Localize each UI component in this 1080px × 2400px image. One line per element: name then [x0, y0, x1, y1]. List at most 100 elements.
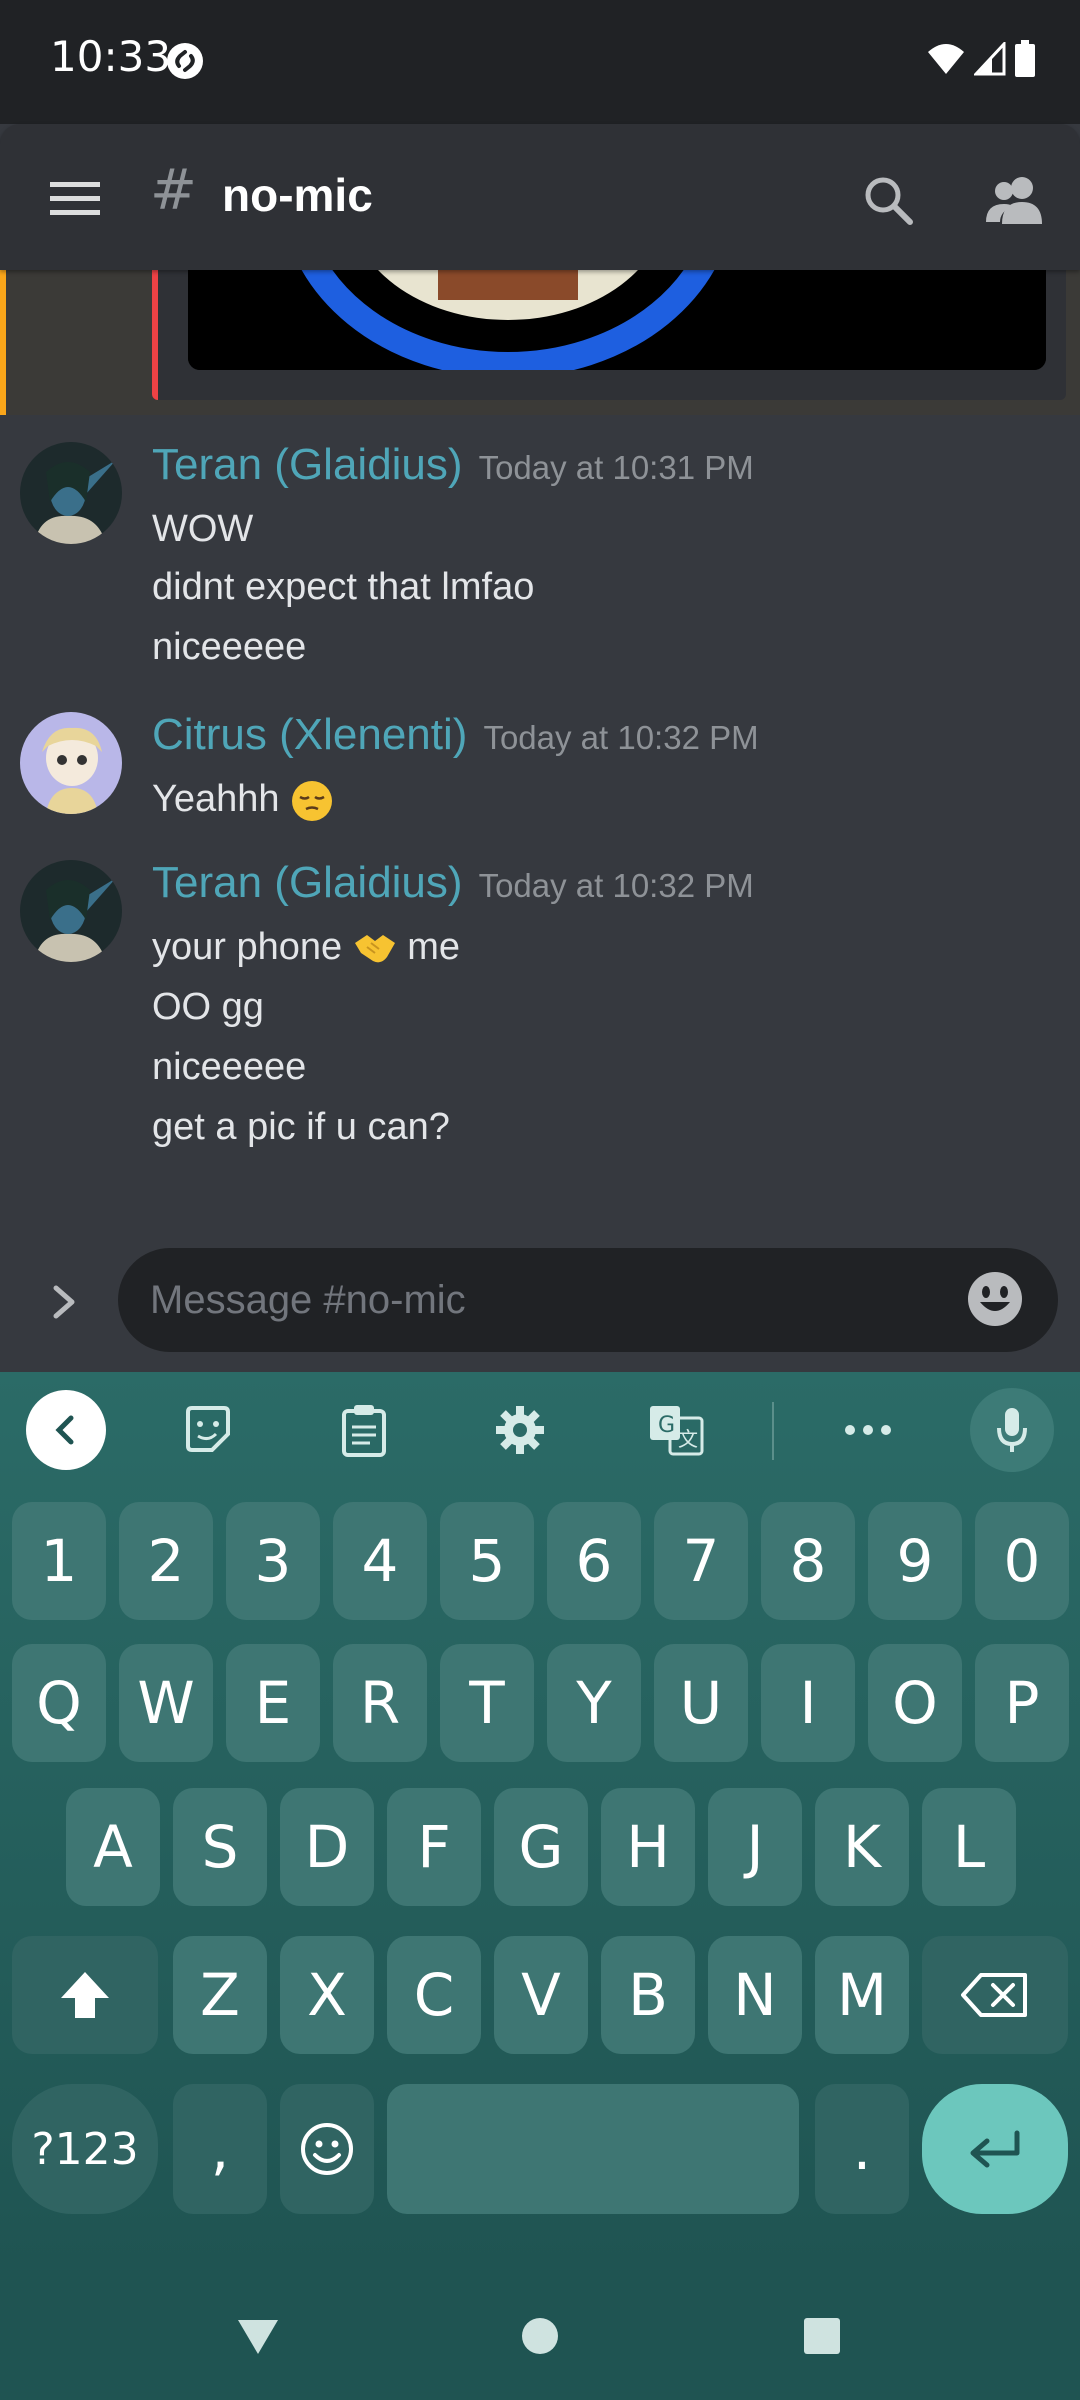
translate-button[interactable]: G文	[640, 1394, 712, 1466]
back-nav-icon[interactable]	[234, 2312, 282, 2360]
key-e[interactable]: E	[226, 1644, 320, 1762]
message-timestamp: Today at 10:32 PM	[483, 719, 759, 756]
emoji-key[interactable]	[280, 2084, 374, 2214]
message-author[interactable]: Citrus (Xlenenti) Today at 10:32 PM	[152, 710, 759, 760]
key-4[interactable]: 4	[333, 1502, 427, 1620]
message-text: Yeahhh	[152, 778, 334, 823]
author-name[interactable]: Teran (Glaidius)	[152, 440, 463, 489]
signal-icon	[974, 42, 1006, 76]
backspace-icon	[961, 1973, 1027, 2017]
smiley-icon	[301, 2123, 353, 2175]
clipboard-button[interactable]	[328, 1394, 400, 1466]
svg-text:文: 文	[678, 1427, 698, 1451]
emoji-picker-icon[interactable]	[966, 1270, 1024, 1328]
key-8[interactable]: 8	[761, 1502, 855, 1620]
shazam-icon	[167, 43, 203, 79]
toolbar-back-button[interactable]	[26, 1390, 106, 1470]
key-k[interactable]: K	[815, 1788, 909, 1906]
key-j[interactable]: J	[708, 1788, 802, 1906]
key-y[interactable]: Y	[547, 1644, 641, 1762]
key-1[interactable]: 1	[12, 1502, 106, 1620]
backspace-key[interactable]	[922, 1936, 1068, 2054]
members-icon[interactable]	[984, 174, 1046, 226]
message-list[interactable]: Teran (Glaidius) Today at 10:31 PM WOW di…	[0, 270, 1080, 1254]
key-g[interactable]: G	[494, 1788, 588, 1906]
settings-button[interactable]	[484, 1394, 556, 1466]
key-s[interactable]: S	[173, 1788, 267, 1906]
sticker-button[interactable]	[172, 1394, 244, 1466]
key-5[interactable]: 5	[440, 1502, 534, 1620]
key-b[interactable]: B	[601, 1936, 695, 2054]
system-nav-bar	[0, 2272, 1080, 2400]
key-0[interactable]: 0	[975, 1502, 1069, 1620]
battery-icon	[1015, 40, 1035, 77]
message-text: didnt expect that lmfao	[152, 566, 535, 608]
period-key[interactable]: .	[815, 2084, 909, 2214]
key-f[interactable]: F	[387, 1788, 481, 1906]
chevron-right-icon[interactable]	[50, 1282, 80, 1322]
wifi-icon	[928, 44, 964, 74]
key-t[interactable]: T	[440, 1644, 534, 1762]
hamburger-menu-icon[interactable]	[50, 182, 100, 216]
key-q[interactable]: Q	[12, 1644, 106, 1762]
highlighted-message	[0, 270, 1080, 415]
avatar[interactable]	[20, 860, 122, 962]
key-2[interactable]: 2	[119, 1502, 213, 1620]
chevron-left-icon	[55, 1415, 74, 1445]
shift-key[interactable]	[12, 1936, 158, 2054]
avatar[interactable]	[20, 442, 122, 544]
embed-image-content	[188, 270, 1046, 370]
message-input[interactable]	[118, 1248, 1058, 1352]
toolbar-divider	[772, 1402, 774, 1460]
key-c[interactable]: C	[387, 1936, 481, 2054]
message-text: your phone me	[152, 926, 460, 969]
author-name[interactable]: Teran (Glaidius)	[152, 858, 463, 907]
key-o[interactable]: O	[868, 1644, 962, 1762]
message-text: niceeeee	[152, 1046, 307, 1088]
channel-name[interactable]: no-mic	[222, 168, 373, 222]
home-nav-icon[interactable]	[516, 2312, 564, 2360]
key-l[interactable]: L	[922, 1788, 1016, 1906]
key-u[interactable]: U	[654, 1644, 748, 1762]
key-x[interactable]: X	[280, 1936, 374, 2054]
key-i[interactable]: I	[761, 1644, 855, 1762]
key-r[interactable]: R	[333, 1644, 427, 1762]
key-n[interactable]: N	[708, 1936, 802, 2054]
avatar[interactable]	[20, 712, 122, 814]
search-icon[interactable]	[862, 174, 914, 226]
message-group: Teran (Glaidius) Today at 10:32 PM your p…	[0, 858, 1080, 1188]
key-3[interactable]: 3	[226, 1502, 320, 1620]
key-7[interactable]: 7	[654, 1502, 748, 1620]
keyboard-toolbar: G文	[0, 1372, 1080, 1488]
key-m[interactable]: M	[815, 1936, 909, 2054]
key-d[interactable]: D	[280, 1788, 374, 1906]
recents-nav-icon[interactable]	[798, 2312, 846, 2360]
comma-key[interactable]: ,	[173, 2084, 267, 2214]
more-options-button[interactable]	[832, 1394, 904, 1466]
key-h[interactable]: H	[601, 1788, 695, 1906]
symbols-key[interactable]: ?123	[12, 2084, 158, 2214]
message-group: Citrus (Xlenenti) Today at 10:32 PM Yeahh…	[0, 710, 1080, 840]
author-name[interactable]: Citrus (Xlenenti)	[152, 710, 467, 759]
enter-key[interactable]	[922, 2084, 1068, 2214]
voice-input-button[interactable]	[970, 1388, 1054, 1472]
key-p[interactable]: P	[975, 1644, 1069, 1762]
message-text: OO gg	[152, 986, 264, 1028]
sticker-icon	[186, 1406, 230, 1452]
key-w[interactable]: W	[119, 1644, 213, 1762]
key-v[interactable]: V	[494, 1936, 588, 2054]
key-9[interactable]: 9	[868, 1502, 962, 1620]
more-icon	[845, 1425, 891, 1435]
channel-header: # no-mic	[0, 124, 1080, 270]
status-time: 10:33	[50, 32, 172, 81]
key-6[interactable]: 6	[547, 1502, 641, 1620]
message-timestamp: Today at 10:31 PM	[478, 449, 754, 486]
embed-image[interactable]	[188, 270, 1046, 370]
space-key[interactable]	[387, 2084, 799, 2214]
embed	[152, 270, 1066, 400]
message-author[interactable]: Teran (Glaidius) Today at 10:32 PM	[152, 858, 754, 908]
key-z[interactable]: Z	[173, 1936, 267, 2054]
message-text-content: me	[407, 926, 461, 968]
message-author[interactable]: Teran (Glaidius) Today at 10:31 PM	[152, 440, 754, 490]
key-a[interactable]: A	[66, 1788, 160, 1906]
